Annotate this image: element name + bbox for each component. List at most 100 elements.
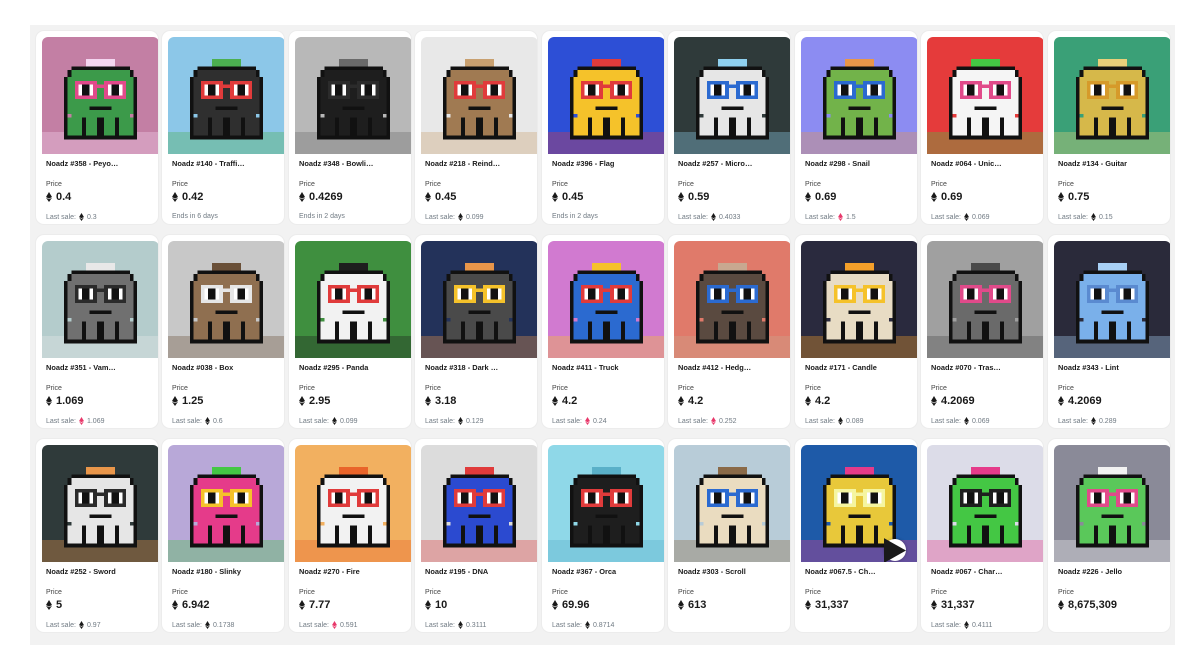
- nft-name[interactable]: Noadz #396 - Flag: [552, 159, 656, 168]
- nft-card[interactable]: Noadz #195 - DNA Price 10 Last sale: 0.3111: [415, 439, 537, 632]
- nft-image[interactable]: [548, 445, 664, 562]
- ethereum-icon: [299, 600, 305, 610]
- nft-name[interactable]: Noadz #140 - Traffi…: [172, 159, 276, 168]
- nft-name[interactable]: Noadz #038 - Box: [172, 363, 276, 372]
- play-button[interactable]: [884, 537, 906, 562]
- nft-name[interactable]: Noadz #318 - Dark …: [425, 363, 529, 372]
- nft-name[interactable]: Noadz #226 - Jello: [1058, 567, 1162, 576]
- last-sale-value: 0.591: [339, 621, 358, 629]
- nft-image[interactable]: [295, 37, 411, 154]
- nft-image[interactable]: [42, 241, 158, 358]
- nft-name[interactable]: Noadz #351 - Vam…: [46, 363, 150, 372]
- nft-name[interactable]: Noadz #303 - Scroll: [678, 567, 782, 576]
- nft-name[interactable]: Noadz #070 - Tras…: [931, 363, 1035, 372]
- nft-card[interactable]: Noadz #140 - Traffi… Price 0.42 Ends in 6 d…: [162, 31, 284, 224]
- nft-name[interactable]: Noadz #134 - Guitar: [1058, 159, 1162, 168]
- nft-image[interactable]: [168, 241, 284, 358]
- nft-card[interactable]: Noadz #303 - Scroll Price 613: [668, 439, 790, 632]
- nft-card[interactable]: Noadz #180 - Slinky Price 6.942 Last sale: 0…: [162, 439, 284, 632]
- nft-card[interactable]: Noadz #270 - Fire Price 7.77 Last sale: 0.59…: [289, 439, 411, 632]
- nft-name[interactable]: Noadz #180 - Slinky: [172, 567, 276, 576]
- nft-card[interactable]: Noadz #070 - Tras… Price 4.2069 Last sale: 0…: [921, 235, 1043, 428]
- nft-name[interactable]: Noadz #295 - Panda: [299, 363, 403, 372]
- nft-name[interactable]: Noadz #067.5 - Ch…: [805, 567, 909, 576]
- nft-name[interactable]: Noadz #270 - Fire: [299, 567, 403, 576]
- nft-image[interactable]: [1054, 37, 1170, 154]
- nft-name[interactable]: Noadz #257 - Micro…: [678, 159, 782, 168]
- price-label: Price: [299, 181, 315, 188]
- nft-image[interactable]: [1054, 241, 1170, 358]
- nft-card[interactable]: Noadz #295 - Panda Price 2.95 Last sale: 0.0…: [289, 235, 411, 428]
- nft-name[interactable]: Noadz #067 - Char…: [931, 567, 1035, 576]
- nft-image[interactable]: [295, 445, 411, 562]
- ethereum-icon: [46, 600, 52, 610]
- price-label: Price: [931, 589, 947, 596]
- nft-card[interactable]: Noadz #218 - Reind… Price 0.45 Last sale: 0.…: [415, 31, 537, 224]
- nft-card[interactable]: Noadz #064 - Unic… Price 0.69 Last sale: 0.0…: [921, 31, 1043, 224]
- nft-name[interactable]: Noadz #218 - Reind…: [425, 159, 529, 168]
- nft-name[interactable]: Noadz #171 - Candle: [805, 363, 909, 372]
- nft-image[interactable]: [421, 445, 537, 562]
- nft-name[interactable]: Noadz #367 - Orca: [552, 567, 656, 576]
- ethereum-icon: [931, 600, 937, 610]
- nft-name[interactable]: Noadz #195 - DNA: [425, 567, 529, 576]
- nft-card[interactable]: Noadz #257 - Micro… Price 0.59 Last sale: 0.…: [668, 31, 790, 224]
- nft-image[interactable]: [801, 241, 917, 358]
- nft-image[interactable]: [548, 241, 664, 358]
- nft-card[interactable]: Noadz #343 - Lint Price 4.2069 Last sale: 0.…: [1048, 235, 1170, 428]
- price: 2.95: [299, 395, 330, 407]
- nft-name[interactable]: Noadz #411 - Truck: [552, 363, 656, 372]
- nft-card[interactable]: Noadz #351 - Vam… Price 1.069 Last sale: 1.0…: [36, 235, 158, 428]
- nft-card[interactable]: Noadz #298 - Snail Price 0.69 Last sale: 1.5: [795, 31, 917, 224]
- price-value: 613: [688, 599, 707, 611]
- nft-card[interactable]: Noadz #367 - Orca Price 69.96 Last sale: 0.8…: [542, 439, 664, 632]
- nft-card[interactable]: Noadz #134 - Guitar Price 0.75 Last sale: 0.…: [1048, 31, 1170, 224]
- nft-image[interactable]: [421, 241, 537, 358]
- nft-image[interactable]: [801, 37, 917, 154]
- nft-image[interactable]: [674, 241, 790, 358]
- nft-image[interactable]: [168, 445, 284, 562]
- nft-name[interactable]: Noadz #358 - Peyo…: [46, 159, 150, 168]
- footer-text: Last sale:: [678, 213, 708, 221]
- nft-image[interactable]: [927, 445, 1043, 562]
- ethereum-icon: [964, 621, 969, 629]
- nft-name[interactable]: Noadz #298 - Snail: [805, 159, 909, 168]
- nft-card[interactable]: Noadz #171 - Candle Price 4.2 Last sale: 0.0…: [795, 235, 917, 428]
- nft-image[interactable]: [421, 37, 537, 154]
- nft-card[interactable]: Noadz #348 - Bowli… Price 0.4269 Ends in 2 …: [289, 31, 411, 224]
- nft-name[interactable]: Noadz #064 - Unic…: [931, 159, 1035, 168]
- footer-text: Last sale:: [931, 213, 961, 221]
- nft-card[interactable]: Noadz #252 - Sword Price 5 Last sale: 0.97: [36, 439, 158, 632]
- nft-card[interactable]: Noadz #396 - Flag Price 0.45 Ends in 2 days: [542, 31, 664, 224]
- nft-image[interactable]: [674, 445, 790, 562]
- price-label: Price: [46, 181, 62, 188]
- nft-card[interactable]: Noadz #318 - Dark … Price 3.18 Last sale: 0.…: [415, 235, 537, 428]
- nft-name[interactable]: Noadz #348 - Bowli…: [299, 159, 403, 168]
- nft-card[interactable]: Noadz #412 - Hedg… Price 4.2 Last sale: 0.25…: [668, 235, 790, 428]
- nft-image[interactable]: [674, 37, 790, 154]
- nft-image[interactable]: [168, 37, 284, 154]
- nft-name[interactable]: Noadz #252 - Sword: [46, 567, 150, 576]
- footer-text: Last sale:: [46, 417, 76, 425]
- last-sale-value: 0.252: [718, 417, 737, 425]
- nft-card[interactable]: Noadz #067.5 - Ch… Price 31,337: [795, 439, 917, 632]
- nft-image[interactable]: [801, 445, 917, 562]
- nft-image[interactable]: [42, 445, 158, 562]
- nft-image[interactable]: [295, 241, 411, 358]
- price: 3.18: [425, 395, 456, 407]
- nft-card[interactable]: Noadz #411 - Truck Price 4.2 Last sale: 0.24: [542, 235, 664, 428]
- footer-text: Last sale:: [299, 621, 329, 629]
- nft-image[interactable]: [927, 37, 1043, 154]
- nft-card[interactable]: Noadz #038 - Box Price 1.25 Last sale: 0.6: [162, 235, 284, 428]
- nft-image[interactable]: [927, 241, 1043, 358]
- nft-image[interactable]: [1054, 445, 1170, 562]
- nft-image[interactable]: [548, 37, 664, 154]
- footer-text: Ends in 2 days: [299, 213, 345, 220]
- nft-name[interactable]: Noadz #412 - Hedg…: [678, 363, 782, 372]
- nft-name[interactable]: Noadz #343 - Lint: [1058, 363, 1162, 372]
- nft-card[interactable]: Noadz #226 - Jello Price 8,675,309: [1048, 439, 1170, 632]
- last-sale-value: 0.97: [86, 621, 101, 629]
- nft-image[interactable]: [42, 37, 158, 154]
- nft-card[interactable]: Noadz #067 - Char… Price 31,337 Last sale: 0…: [921, 439, 1043, 632]
- nft-card[interactable]: Noadz #358 - Peyo… Price 0.4 Last sale: 0.3: [36, 31, 158, 224]
